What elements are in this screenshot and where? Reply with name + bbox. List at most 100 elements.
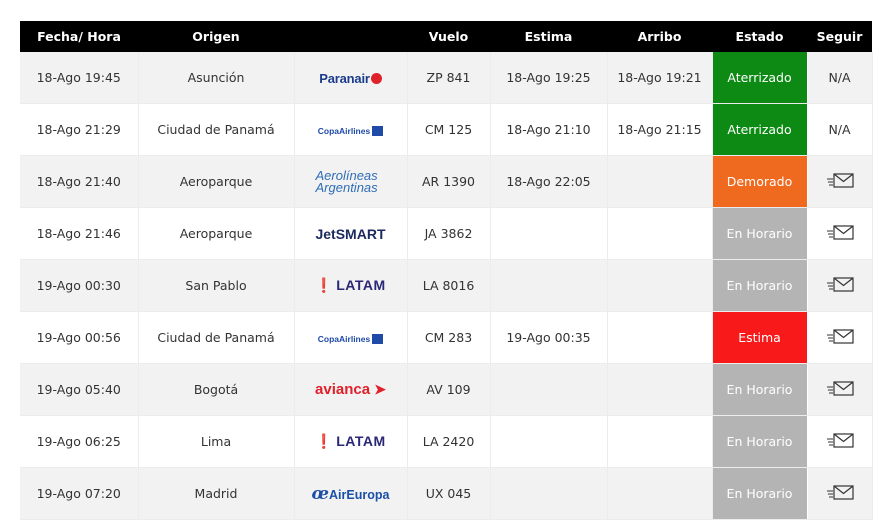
air-europa-logo: œAirEuropa [311,483,390,504]
cell-estima: 19-Ago 00:35 [490,311,608,364]
table-row[interactable]: 19-Ago 07:20 Madrid œAirEuropa UX 045 En Hor… [20,467,873,520]
follow-button[interactable] [807,467,873,520]
header-estima: Estima [490,21,607,52]
cell-vuelo: LA 2420 [407,415,491,468]
table-row[interactable]: 19-Ago 00:56 Ciudad de Panamá CopaAirlines… [20,311,873,364]
table-row[interactable]: 18-Ago 21:40 Aeroparque Aerolíneas Argenti… [20,155,873,208]
header-airline [294,21,407,52]
cell-fecha-hora: 19-Ago 07:20 [20,467,139,520]
cell-fecha-hora: 19-Ago 05:40 [20,363,139,416]
cell-vuelo: CM 283 [407,311,491,364]
cell-vuelo: UX 045 [407,467,491,520]
cell-fecha-hora: 19-Ago 06:25 [20,415,139,468]
aerolineas-argentinas-logo: Aerolíneas Argentinas [315,167,378,195]
cell-fecha-hora: 18-Ago 21:40 [20,155,139,208]
cell-origen: Asunción [138,52,295,104]
status-badge: En Horario [712,363,808,416]
header-fecha-hora: Fecha/ Hora [20,21,138,52]
follow-button[interactable] [807,415,873,468]
arrivals-table: Fecha/ Hora Origen Vuelo Estima Arribo E… [20,21,873,520]
table-row[interactable]: 19-Ago 06:25 Lima ❗ LATAM LA 2420 En Horario [20,415,873,468]
follow-button[interactable]: N/A [807,52,873,104]
cell-estima: 18-Ago 21:10 [490,103,608,156]
mail-icon[interactable] [826,380,854,399]
cell-arribo: 18-Ago 19:21 [607,52,713,104]
cell-arribo [607,155,713,208]
cell-airline: Paranair [294,52,408,104]
cell-origen: Lima [138,415,295,468]
cell-arribo [607,415,713,468]
mail-icon[interactable] [826,172,854,191]
copa-airlines-logo: CopaAirlines [318,333,384,344]
cell-estima [490,207,608,260]
mail-icon[interactable] [826,432,854,451]
header-origen: Origen [138,21,294,52]
cell-estima [490,415,608,468]
header-seguir: Seguir [807,21,872,52]
mail-icon[interactable] [826,484,854,503]
cell-vuelo: AV 109 [407,363,491,416]
table-row[interactable]: 18-Ago 21:29 Ciudad de Panamá CopaAirlines… [20,103,873,156]
cell-airline: ❗ LATAM [294,415,408,468]
cell-airline: œAirEuropa [294,467,408,520]
cell-origen: Ciudad de Panamá [138,311,295,364]
cell-airline: avianca ➤ [294,363,408,416]
cell-estima: 18-Ago 19:25 [490,52,608,104]
header-arribo: Arribo [607,21,712,52]
follow-button[interactable] [807,259,873,312]
status-badge: En Horario [712,467,808,520]
cell-fecha-hora: 19-Ago 00:56 [20,311,139,364]
table-row[interactable]: 18-Ago 21:46 Aeroparque JetSMART JA 3862 En … [20,207,873,260]
cell-fecha-hora: 19-Ago 00:30 [20,259,139,312]
header-vuelo: Vuelo [407,21,490,52]
mail-icon[interactable] [826,328,854,347]
cell-vuelo: CM 125 [407,103,491,156]
avianca-logo: avianca ➤ [315,381,386,398]
mail-icon[interactable] [826,276,854,295]
follow-na-text: N/A [828,122,851,137]
cell-arribo [607,363,713,416]
cell-arribo [607,207,713,260]
follow-button[interactable] [807,311,873,364]
follow-button[interactable] [807,207,873,260]
cell-origen: Ciudad de Panamá [138,103,295,156]
cell-origen: Bogotá [138,363,295,416]
cell-estima [490,363,608,416]
latam-logo: ❗ LATAM [315,433,386,449]
cell-airline: CopaAirlines [294,103,408,156]
table-row[interactable]: 19-Ago 00:30 San Pablo ❗ LATAM LA 8016 En Hor… [20,259,873,312]
cell-origen: Madrid [138,467,295,520]
cell-arribo [607,467,713,520]
status-badge: Estima [712,311,808,364]
cell-vuelo: AR 1390 [407,155,491,208]
jetsmart-logo: JetSMART [315,225,386,242]
cell-airline: ❗ LATAM [294,259,408,312]
cell-airline: CopaAirlines [294,311,408,364]
status-badge: En Horario [712,207,808,260]
cell-origen: Aeroparque [138,207,295,260]
table-body: 18-Ago 19:45 Asunción Paranair ZP 841 18-Ago… [20,52,873,520]
cell-airline: Aerolíneas Argentinas [294,155,408,208]
paranair-logo: Paranair [319,71,382,86]
cell-estima [490,259,608,312]
copa-airlines-logo: CopaAirlines [318,125,384,136]
follow-na-text: N/A [828,70,851,85]
table-row[interactable]: 18-Ago 19:45 Asunción Paranair ZP 841 18-Ago… [20,52,873,104]
cell-origen: San Pablo [138,259,295,312]
status-badge: Aterrizado [712,103,808,156]
cell-vuelo: LA 8016 [407,259,491,312]
cell-fecha-hora: 18-Ago 21:29 [20,103,139,156]
header-estado: Estado [712,21,807,52]
status-badge: Aterrizado [712,52,808,104]
table-row[interactable]: 19-Ago 05:40 Bogotá avianca ➤ AV 109 En Hora… [20,363,873,416]
follow-button[interactable] [807,363,873,416]
cell-airline: JetSMART [294,207,408,260]
cell-vuelo: JA 3862 [407,207,491,260]
follow-button[interactable]: N/A [807,103,873,156]
cell-arribo: 18-Ago 21:15 [607,103,713,156]
cell-arribo [607,259,713,312]
cell-arribo [607,311,713,364]
mail-icon[interactable] [826,224,854,243]
cell-estima: 18-Ago 22:05 [490,155,608,208]
follow-button[interactable] [807,155,873,208]
